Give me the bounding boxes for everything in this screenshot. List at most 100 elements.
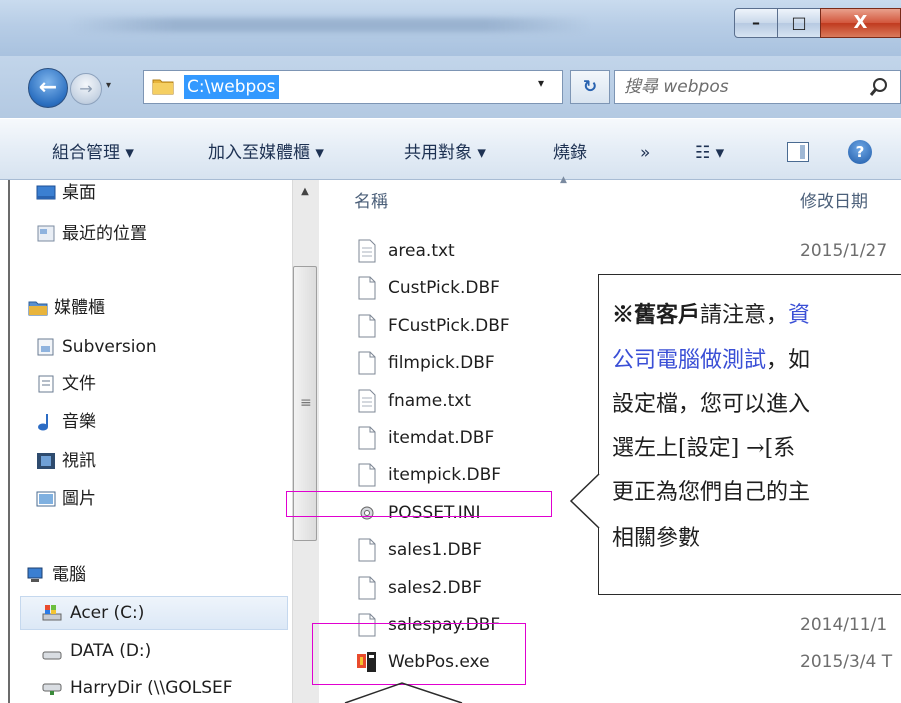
text-file-icon	[356, 389, 378, 413]
forward-button[interactable]: →	[70, 73, 102, 105]
file-row[interactable]: itemdat.DBF	[356, 423, 596, 453]
recent-pages-dropdown[interactable]: ▾	[106, 80, 118, 94]
file-name: itempick.DBF	[388, 465, 502, 485]
annotation-link-text: 公司電腦做測試	[612, 348, 767, 373]
file-icon	[356, 576, 378, 600]
library-folder-icon	[37, 338, 54, 356]
file-row[interactable]: CustPick.DBF	[356, 273, 596, 303]
close-icon: X	[853, 12, 868, 33]
annotation-line: 選左上[設定] →[系	[612, 434, 795, 464]
file-name: filmpick.DBF	[388, 353, 495, 373]
file-row[interactable]: area.txt	[356, 236, 596, 266]
annotation-link-text: 資	[788, 303, 811, 328]
annotation-text-part: ，如	[766, 348, 811, 373]
more-commands-button[interactable]: »	[640, 141, 650, 165]
sidebar-item-recent[interactable]: 最近的位置	[62, 222, 147, 246]
sidebar-item-drive-c[interactable]: Acer (C:)	[70, 601, 144, 625]
help-icon[interactable]: ?	[848, 140, 872, 164]
file-name: fname.txt	[388, 391, 471, 411]
documents-icon	[38, 375, 54, 393]
share-with-menu[interactable]: 共用對象 ▾	[404, 141, 486, 165]
pictures-icon	[36, 491, 56, 507]
window-title-blurred	[70, 18, 590, 32]
annotation-text-part: 相關參數	[612, 526, 701, 551]
file-icon	[356, 351, 378, 375]
file-icon	[356, 538, 378, 562]
video-icon	[37, 453, 55, 469]
recent-places-icon	[37, 225, 55, 242]
annotation-text-part: ※	[612, 302, 635, 328]
annotation-line: 相關參數	[612, 524, 700, 554]
file-row[interactable]: filmpick.DBF	[356, 348, 596, 378]
back-button[interactable]: ←	[28, 68, 68, 108]
desktop-icon	[36, 185, 56, 200]
minimize-icon: –	[752, 13, 760, 32]
file-date: 2015/1/27	[800, 241, 888, 261]
drive-c-icon	[42, 605, 62, 621]
sidebar-item-music[interactable]: 音樂	[62, 410, 96, 434]
organize-menu[interactable]: 組合管理 ▾	[52, 141, 134, 165]
search-icon[interactable]	[868, 76, 890, 98]
file-name: itemdat.DBF	[388, 428, 495, 448]
annotation-text-part: 選左上[設定] →[系	[612, 436, 796, 461]
sort-arrow-icon: ▲	[560, 175, 567, 185]
add-to-library-menu[interactable]: 加入至媒體櫃 ▾	[208, 141, 324, 165]
view-options-button[interactable]: ☷ ▾	[695, 141, 724, 165]
annotation-text-part: 設定檔，您可以進入	[612, 392, 811, 417]
drive-d-icon	[42, 651, 62, 660]
refresh-button[interactable]: ↻	[570, 70, 610, 104]
minimize-button[interactable]: –	[734, 8, 778, 38]
close-button[interactable]: X	[820, 8, 901, 38]
window-border	[8, 180, 10, 703]
annotation-text-part: 更正為您們自己的主	[612, 480, 811, 505]
sidebar-item-video[interactable]: 視訊	[62, 449, 96, 473]
highlight-posset-ini	[286, 491, 552, 517]
sidebar-item-libraries[interactable]: 媒體櫃	[54, 296, 105, 320]
computer-icon	[27, 567, 43, 582]
annotation-line: 設定檔，您可以進入	[612, 390, 810, 420]
file-row[interactable]: fname.txt	[356, 386, 596, 416]
file-name: FCustPick.DBF	[388, 316, 510, 336]
file-date: 2014/11/1	[800, 615, 888, 635]
maximize-button[interactable]: □	[777, 8, 821, 38]
sidebar-item-pictures[interactable]: 圖片	[62, 487, 96, 511]
folder-icon	[152, 79, 174, 95]
music-icon	[38, 414, 48, 431]
file-row[interactable]: sales1.DBF	[356, 535, 596, 565]
file-row[interactable]: itempick.DBF	[356, 460, 596, 490]
annotation-text-part: 舊客戶	[634, 302, 701, 328]
file-row[interactable]: FCustPick.DBF	[356, 311, 596, 341]
address-text[interactable]: C:\webpos	[184, 75, 279, 99]
file-icon	[356, 426, 378, 450]
sidebar-item-computer[interactable]: 電腦	[52, 563, 86, 587]
annotation-line: 更正為您們自己的主	[612, 478, 810, 508]
file-name: sales2.DBF	[388, 578, 483, 598]
file-icon	[356, 463, 378, 487]
network-drive-icon	[42, 683, 62, 695]
highlight-webpos-exe	[312, 623, 526, 685]
file-name: CustPick.DBF	[388, 278, 500, 298]
search-placeholder: 搜尋 webpos	[624, 77, 729, 97]
file-name: area.txt	[388, 241, 455, 261]
file-icon	[356, 314, 378, 338]
scroll-grip-icon: ≡	[300, 395, 312, 411]
column-header-date[interactable]: 修改日期	[800, 187, 868, 212]
sidebar-item-desktop[interactable]: 桌面	[62, 181, 96, 205]
libraries-icon	[28, 301, 48, 316]
burn-button[interactable]: 燒錄	[553, 141, 587, 165]
file-date: 2015/3/4 T	[800, 652, 893, 672]
sidebar-item-network[interactable]: HarryDir (\\GOLSEF	[70, 676, 233, 700]
maximize-icon: □	[791, 13, 807, 32]
address-dropdown-icon[interactable]: ▾	[538, 76, 544, 90]
scroll-up-icon[interactable]: ▲	[296, 186, 314, 200]
text-file-icon	[356, 239, 378, 263]
sidebar-item-drive-d[interactable]: DATA (D:)	[70, 639, 151, 663]
file-name: sales1.DBF	[388, 540, 483, 560]
preview-pane-icon[interactable]	[787, 142, 809, 162]
column-header-name[interactable]: 名稱	[354, 187, 388, 212]
annotation-line: ※舊客戶請注意，資	[612, 300, 810, 331]
sidebar-item-subversion[interactable]: Subversion	[62, 335, 157, 359]
sidebar-item-documents[interactable]: 文件	[62, 372, 96, 396]
file-icon	[356, 276, 378, 300]
file-row[interactable]: sales2.DBF	[356, 573, 596, 603]
